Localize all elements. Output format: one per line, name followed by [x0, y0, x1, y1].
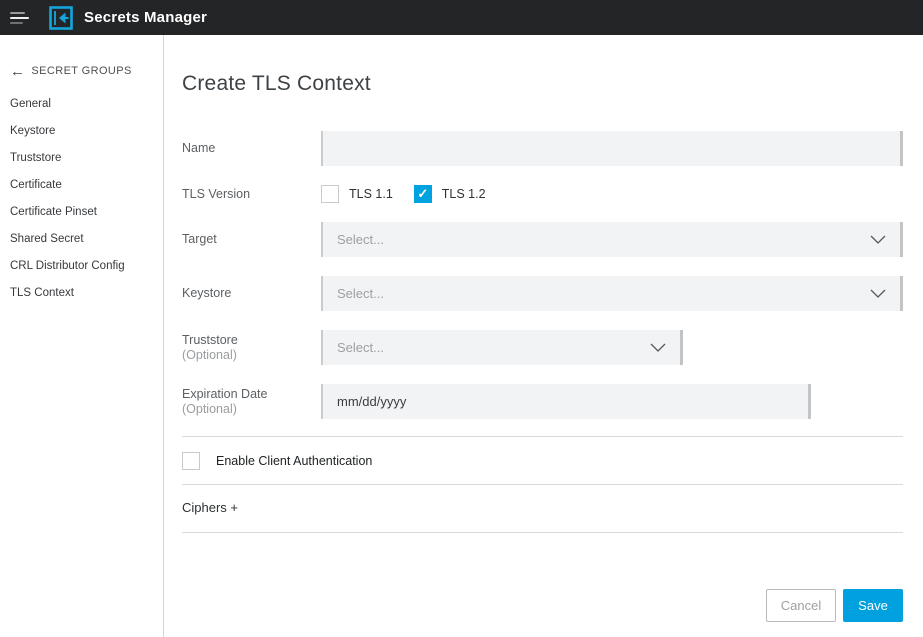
app-title: Secrets Manager	[84, 9, 207, 26]
keystore-field-row: Keystore Select...	[182, 276, 903, 311]
section-divider	[182, 436, 903, 437]
tls-1-2-checkbox[interactable]	[414, 185, 432, 203]
menu-icon[interactable]	[10, 9, 30, 27]
top-bar: Secrets Manager	[0, 0, 923, 35]
truststore-field-row: Truststore (Optional) Select...	[182, 330, 903, 365]
back-to-secret-groups[interactable]: SECRET GROUPS	[10, 65, 155, 77]
sidebar: SECRET GROUPS General Keystore Truststor…	[0, 35, 164, 637]
main-content: Create TLS Context Name TLS Version TLS …	[164, 35, 923, 637]
target-field-row: Target Select...	[182, 222, 903, 257]
cancel-button[interactable]: Cancel	[766, 589, 836, 622]
expiration-date-label: Expiration Date (Optional)	[182, 387, 321, 417]
sidebar-item-shared-secret[interactable]: Shared Secret	[10, 226, 155, 253]
enable-client-auth-checkbox[interactable]	[182, 452, 200, 470]
sidebar-item-truststore[interactable]: Truststore	[10, 145, 155, 172]
sidebar-nav: General Keystore Truststore Certificate …	[10, 91, 155, 307]
chevron-down-icon	[650, 343, 666, 352]
name-field-row: Name	[182, 131, 903, 166]
page-title: Create TLS Context	[182, 72, 903, 95]
tls-version-options: TLS 1.1 TLS 1.2	[321, 185, 486, 203]
sidebar-item-crl-distributor-config[interactable]: CRL Distributor Config	[10, 253, 155, 280]
name-input[interactable]	[321, 131, 903, 166]
truststore-optional-label: (Optional)	[182, 348, 321, 363]
sidebar-item-keystore[interactable]: Keystore	[10, 118, 155, 145]
enable-client-auth-label: Enable Client Authentication	[216, 454, 372, 468]
truststore-select-placeholder: Select...	[337, 340, 384, 355]
chevron-down-icon	[870, 235, 886, 244]
section-divider	[182, 532, 903, 533]
save-button[interactable]: Save	[843, 589, 903, 622]
keystore-label: Keystore	[182, 286, 321, 301]
ciphers-expand-toggle[interactable]: Ciphers +	[182, 500, 903, 515]
section-divider	[182, 484, 903, 485]
keystore-select-placeholder: Select...	[337, 286, 384, 301]
sidebar-item-certificate[interactable]: Certificate	[10, 172, 155, 199]
app-window: Secrets Manager SECRET GROUPS General Ke…	[0, 0, 923, 637]
expiration-date-input[interactable]	[321, 384, 811, 419]
keystore-select[interactable]: Select...	[321, 276, 903, 311]
tls-version-row: TLS Version TLS 1.1 TLS 1.2	[182, 185, 903, 203]
target-select[interactable]: Select...	[321, 222, 903, 257]
form-actions: Cancel Save	[182, 589, 903, 622]
name-label: Name	[182, 141, 321, 156]
vault-logo-icon	[49, 6, 73, 30]
sidebar-item-certificate-pinset[interactable]: Certificate Pinset	[10, 199, 155, 226]
sidebar-item-tls-context[interactable]: TLS Context	[10, 280, 155, 307]
tls-1-1-label: TLS 1.1	[349, 187, 393, 201]
sidebar-item-general[interactable]: General	[10, 91, 155, 118]
tls-1-1-checkbox[interactable]	[321, 185, 339, 203]
expiration-date-optional-label: (Optional)	[182, 402, 321, 417]
back-arrow-icon	[10, 66, 25, 77]
tls-1-2-label: TLS 1.2	[442, 187, 486, 201]
truststore-select[interactable]: Select...	[321, 330, 683, 365]
expiration-date-field-row: Expiration Date (Optional)	[182, 384, 903, 419]
back-label: SECRET GROUPS	[31, 65, 131, 77]
chevron-down-icon	[870, 289, 886, 298]
target-label: Target	[182, 232, 321, 247]
enable-client-auth-row: Enable Client Authentication	[182, 452, 903, 470]
tls-version-label: TLS Version	[182, 187, 321, 202]
target-select-placeholder: Select...	[337, 232, 384, 247]
truststore-label: Truststore (Optional)	[182, 333, 321, 363]
